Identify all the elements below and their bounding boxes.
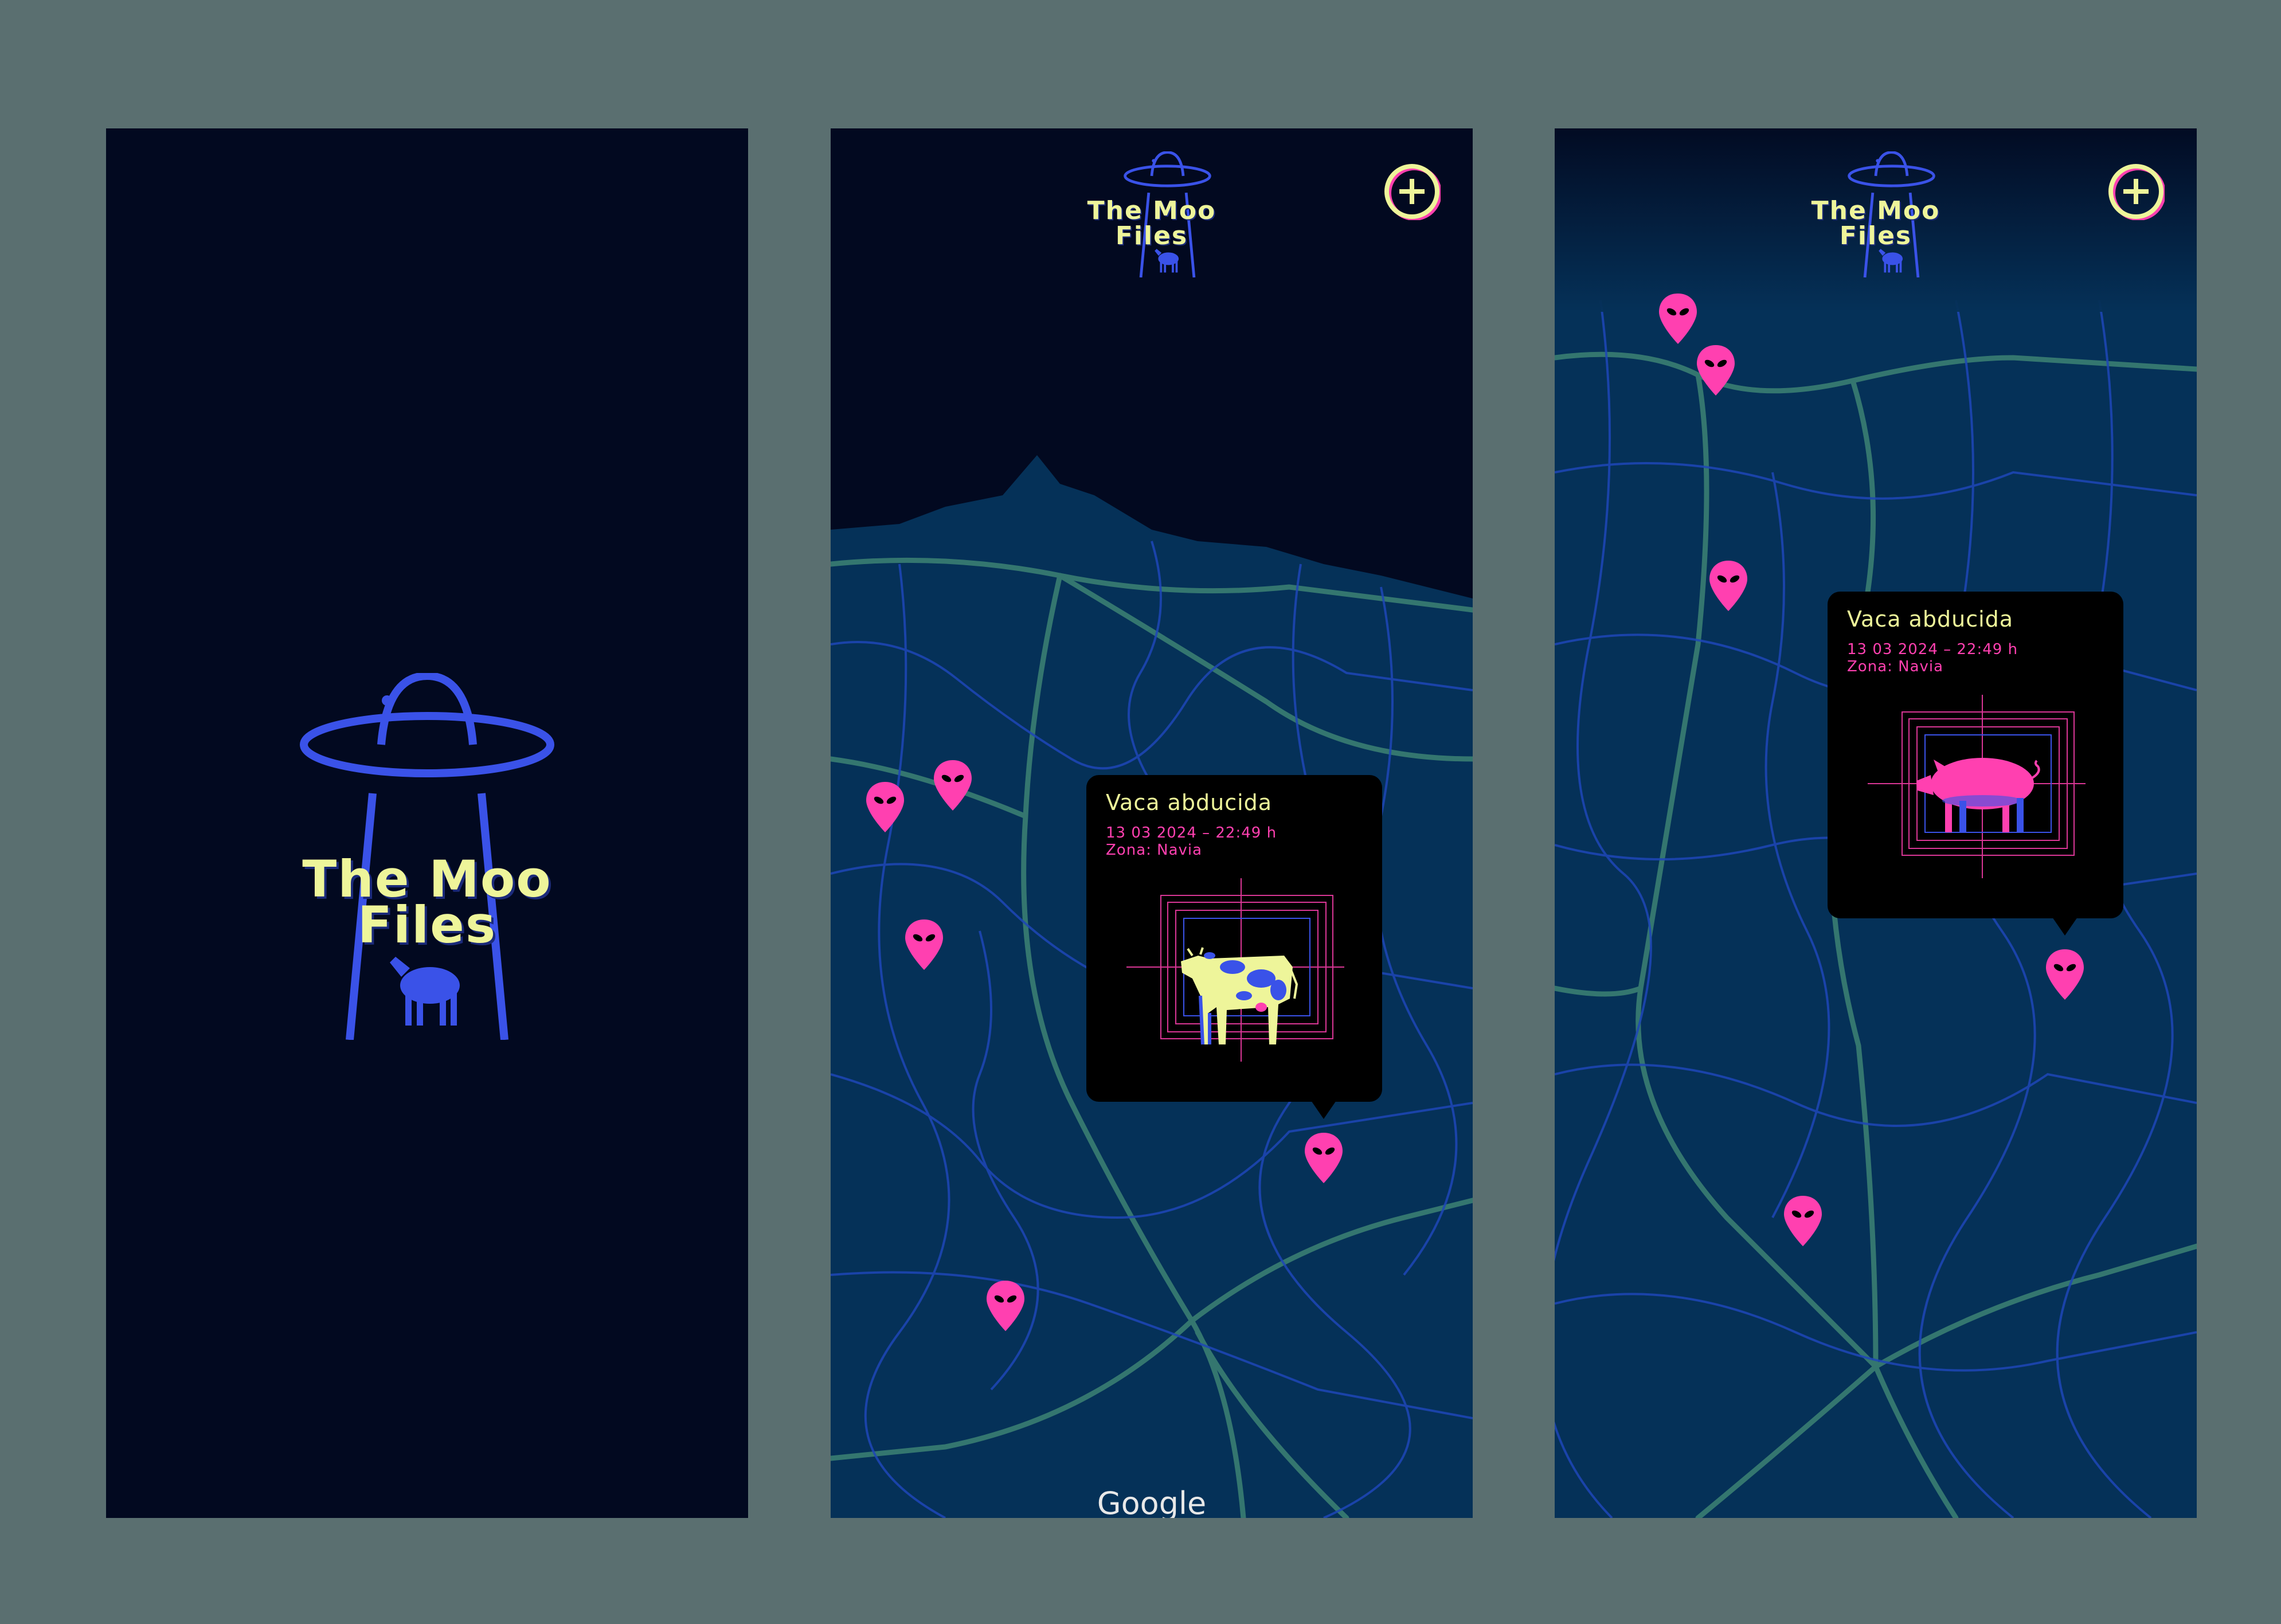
alien-marker[interactable]: [904, 918, 944, 971]
header-logo: The Moo Files: [1784, 151, 1967, 277]
alien-marker-selected[interactable]: [2045, 948, 2085, 1001]
popup-tail: [1311, 1101, 1336, 1119]
app-logo: The Moo Files: [272, 673, 582, 1040]
alien-marker[interactable]: [1658, 292, 1698, 345]
header-logo: The Moo Files: [1060, 151, 1243, 277]
sighting-popup[interactable]: Vaca abducida 13 03 2024 – 22:49 h Zona:…: [1828, 592, 2123, 936]
alien-marker[interactable]: [933, 759, 973, 812]
add-report-button[interactable]: [2107, 163, 2165, 220]
map-screen-cow: The Moo Files Vaca abducida 13 03 2024 –…: [831, 128, 1473, 1518]
popup-zone: Zona: Navia: [1106, 842, 1203, 859]
popup-tail: [2052, 917, 2077, 936]
popup-title: Vaca abducida: [1847, 606, 2014, 632]
popup-title: Vaca abducida: [1106, 790, 1273, 815]
google-attribution: Google: [1097, 1485, 1207, 1518]
alien-marker[interactable]: [1708, 559, 1748, 612]
splash-screen: The Moo Files: [106, 128, 748, 1518]
popup-date: 13 03 2024 – 22:49 h: [1106, 824, 1277, 842]
logo-title: The Moo Files: [1087, 196, 1216, 251]
add-report-button[interactable]: [1383, 163, 1441, 220]
cow-in-crosshair-icon: [1126, 878, 1344, 1062]
alien-marker[interactable]: [985, 1279, 1026, 1332]
logo-title: The Moo Files: [1811, 196, 1940, 251]
popup-zone: Zona: Navia: [1847, 658, 1944, 675]
popup-date: 13 03 2024 – 22:49 h: [1847, 641, 2018, 658]
pig-in-crosshair-icon: [1868, 695, 2086, 878]
alien-marker[interactable]: [865, 781, 905, 833]
alien-marker[interactable]: [1783, 1195, 1823, 1247]
map-screen-pig: The Moo Files Vaca abducida 13 03 2024 –…: [1555, 128, 2197, 1518]
alien-marker[interactable]: [1696, 344, 1736, 397]
alien-marker-selected[interactable]: [1304, 1132, 1344, 1184]
logo-title: The Moo Files: [302, 850, 552, 954]
sighting-popup[interactable]: Vaca abducida 13 03 2024 – 22:49 h Zona:…: [1086, 775, 1382, 1119]
